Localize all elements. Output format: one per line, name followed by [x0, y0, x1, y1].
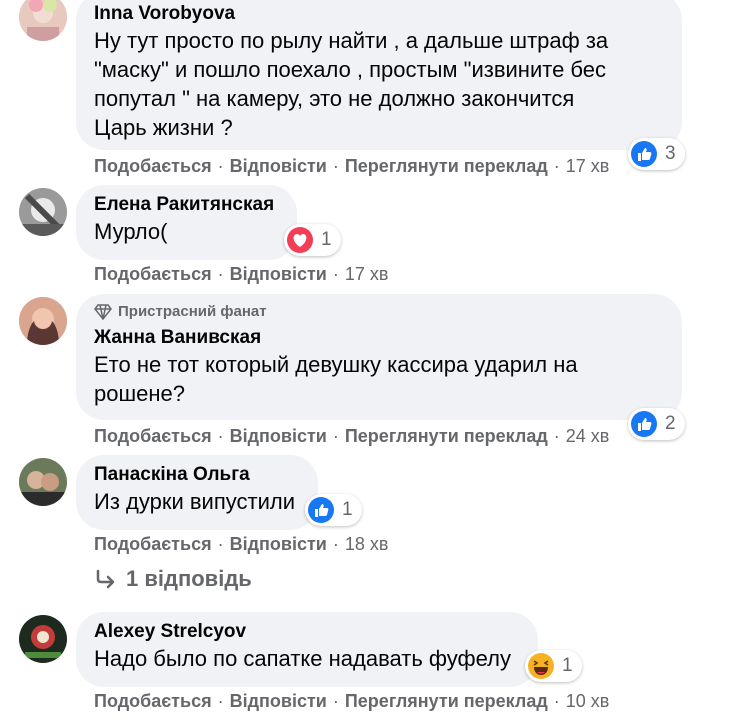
- view-replies-link[interactable]: 1 відповідь: [94, 566, 252, 592]
- comment-actions: Подобається · Відповісти · Переглянути перек…: [94, 426, 610, 446]
- comment-time[interactable]: 10 хв: [566, 691, 610, 711]
- comment-time[interactable]: 24 хв: [566, 426, 610, 446]
- reaction-badge[interactable]: 1: [305, 494, 362, 526]
- see-translation-link[interactable]: Переглянути переклад: [345, 426, 548, 446]
- reaction-count: 1: [321, 229, 332, 250]
- comment-text: Ето не тот который девушку кассира удари…: [94, 352, 578, 406]
- avatar[interactable]: [19, 297, 67, 345]
- avatar[interactable]: [19, 615, 67, 663]
- reaction-count: 1: [562, 655, 573, 676]
- comment-bubble: Пристрасний фанат Жанна Ванивская Ето не…: [76, 294, 682, 420]
- reply-link[interactable]: Відповісти: [230, 426, 327, 446]
- like-icon: [631, 141, 657, 167]
- comment-bubble: Inna Vorobyova Ну тут просто по рылу най…: [76, 0, 682, 150]
- reaction-count: 3: [665, 143, 676, 164]
- comment-author[interactable]: Alexey Strelcyov: [94, 620, 520, 644]
- comment-author[interactable]: Елена Ракитянская: [94, 193, 279, 217]
- reaction-badge[interactable]: 1: [284, 224, 341, 256]
- reaction-badge[interactable]: 3: [628, 138, 685, 170]
- comment-actions: Подобається · Відповісти · Переглянути перек…: [94, 691, 610, 711]
- reply-link[interactable]: Відповісти: [230, 156, 327, 176]
- comment-text: Из дурки випустили: [94, 489, 295, 514]
- comment-bubble: Alexey Strelcyov Надо было по сапатке на…: [76, 612, 538, 687]
- comment-text: Мурло(: [94, 219, 168, 244]
- avatar[interactable]: [19, 458, 67, 506]
- replies-count-label: 1 відповідь: [126, 566, 252, 591]
- comment-time[interactable]: 17 хв: [566, 156, 610, 176]
- comment-text: Ну тут просто по рылу найти , а дальше ш…: [94, 28, 609, 140]
- like-link[interactable]: Подобається: [94, 691, 212, 711]
- like-icon: [631, 411, 657, 437]
- reaction-badge[interactable]: 2: [628, 408, 685, 440]
- reply-link[interactable]: Відповісти: [230, 691, 327, 711]
- comment-actions: Подобається · Відповісти · 17 хв: [94, 264, 389, 284]
- comment-author[interactable]: Жанна Ванивская: [94, 326, 664, 350]
- avatar[interactable]: [19, 188, 67, 236]
- comment-bubble: Панаскіна Ольга Из дурки випустили: [76, 455, 318, 530]
- comment-text: Надо было по сапатке надавать фуфелу: [94, 646, 511, 671]
- reaction-count: 1: [342, 499, 353, 520]
- like-link[interactable]: Подобається: [94, 534, 212, 554]
- comment-author[interactable]: Панаскіна Ольга: [94, 463, 300, 487]
- comment-time[interactable]: 18 хв: [345, 534, 389, 554]
- comment-bubble: Елена Ракитянская Мурло(: [76, 185, 297, 260]
- comment-actions: Подобається · Відповісти · Переглянути перек…: [94, 156, 610, 176]
- comment-actions: Подобається · Відповісти · 18 хв: [94, 534, 389, 554]
- see-translation-link[interactable]: Переглянути переклад: [345, 156, 548, 176]
- avatar[interactable]: [19, 0, 67, 41]
- reply-link[interactable]: Відповісти: [230, 534, 327, 554]
- reply-arrow-icon: [96, 569, 115, 589]
- love-icon: [287, 227, 313, 253]
- haha-icon: [528, 653, 554, 679]
- reaction-badge[interactable]: 1: [525, 650, 582, 682]
- top-fan-badge: Пристрасний фанат: [94, 302, 664, 322]
- reply-link[interactable]: Відповісти: [230, 264, 327, 284]
- badge-label: Пристрасний фанат: [118, 303, 267, 320]
- like-link[interactable]: Подобається: [94, 426, 212, 446]
- comment-time[interactable]: 17 хв: [345, 264, 389, 284]
- like-icon: [308, 497, 334, 523]
- like-link[interactable]: Подобається: [94, 156, 212, 176]
- see-translation-link[interactable]: Переглянути переклад: [345, 691, 548, 711]
- comment-author[interactable]: Inna Vorobyova: [94, 2, 664, 26]
- like-link[interactable]: Подобається: [94, 264, 212, 284]
- diamond-icon: [94, 304, 112, 320]
- reaction-count: 2: [665, 413, 676, 434]
